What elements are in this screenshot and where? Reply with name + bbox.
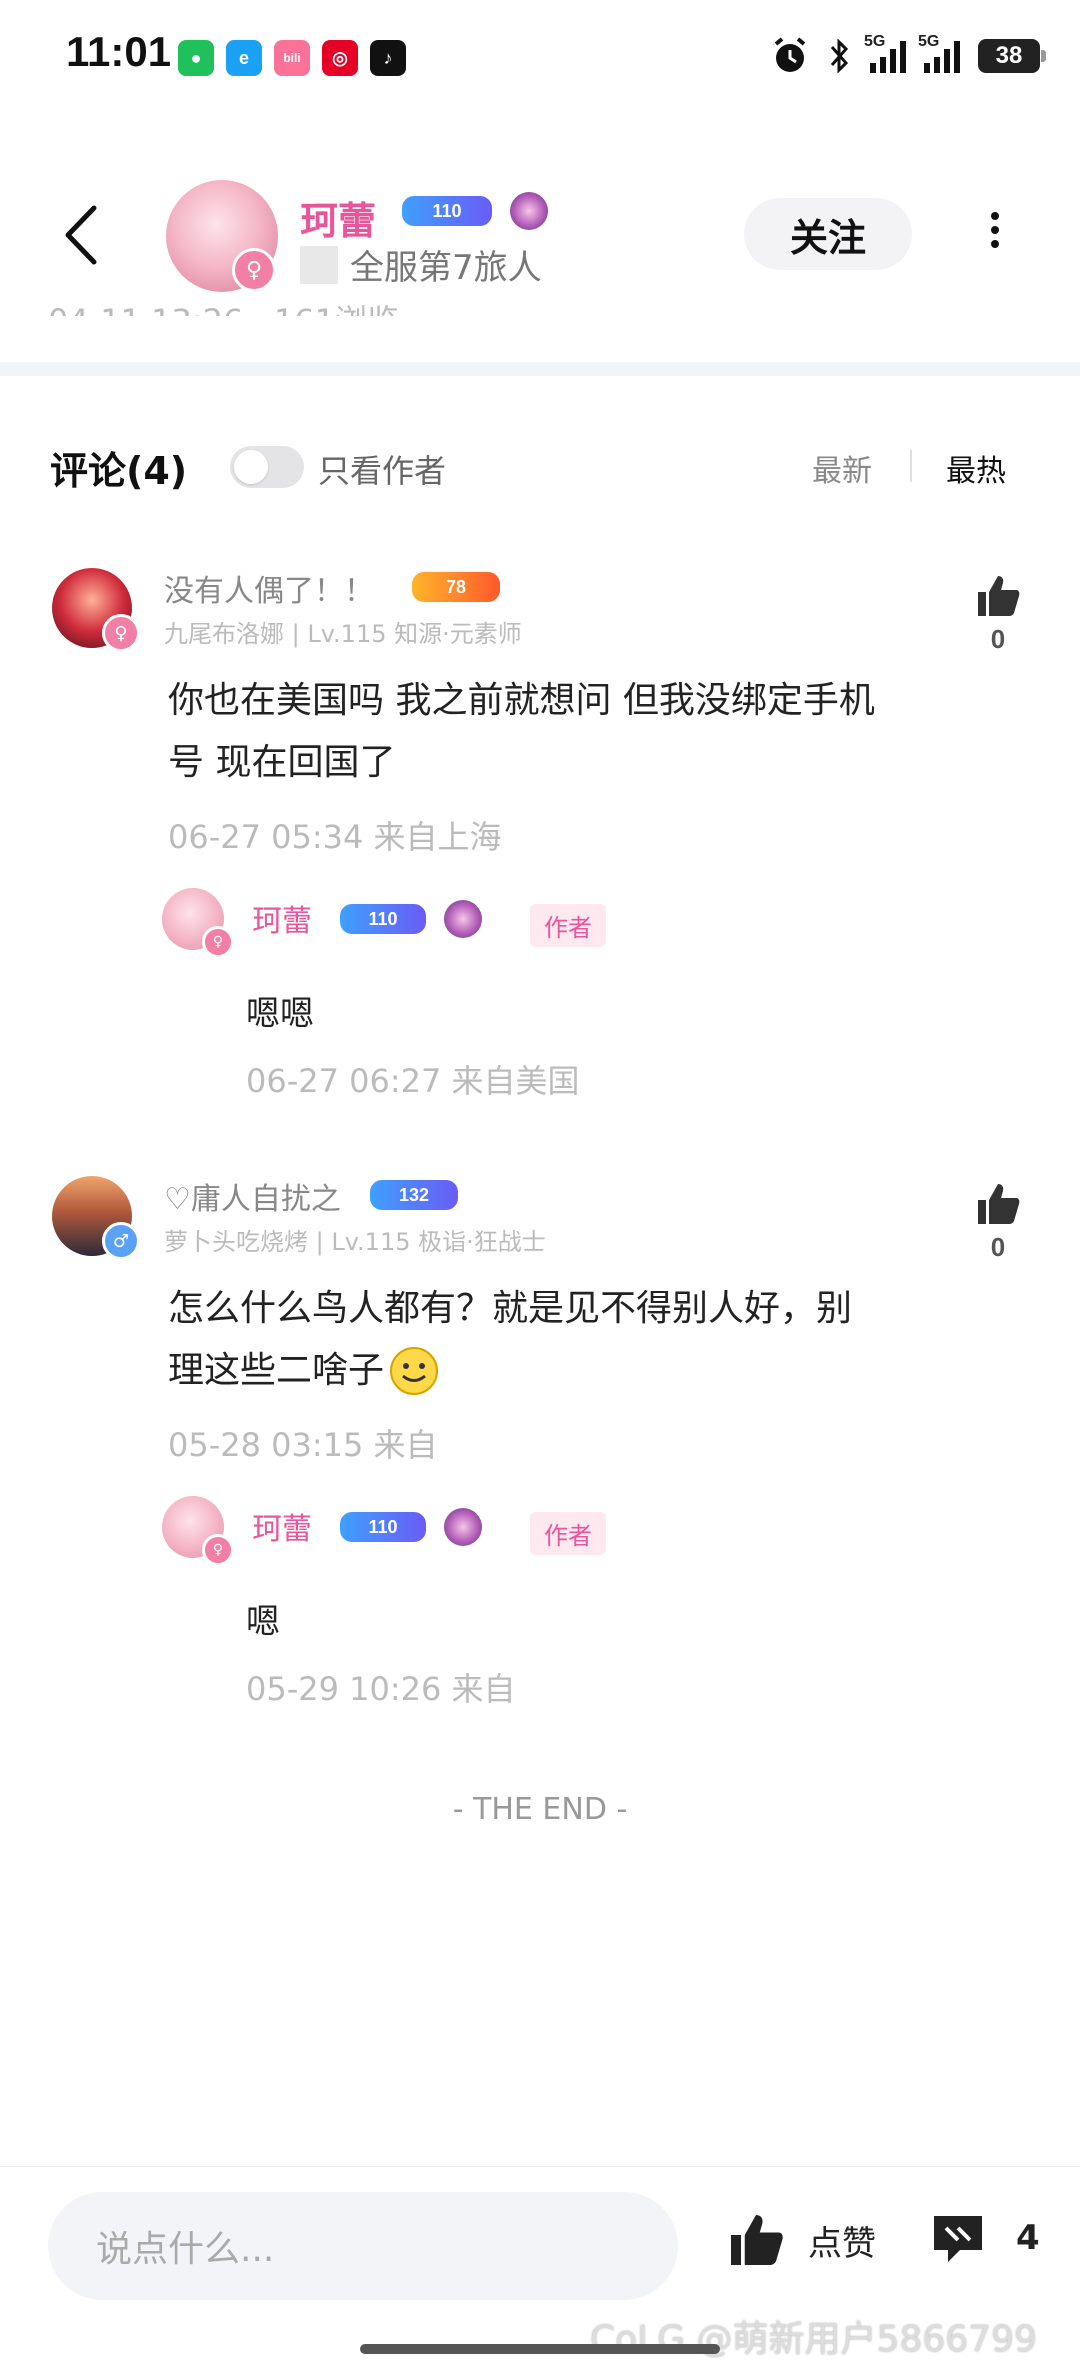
male-icon: ♂ <box>102 1222 140 1260</box>
female-icon: ♀ <box>202 1534 234 1566</box>
reply-time: 06-27 06:27 来自美国 <box>246 1062 580 1100</box>
signal-icon-1: 5G <box>864 33 906 73</box>
commenter-level-badge: 132 <box>370 1180 458 1210</box>
status-time: 11:01 <box>66 28 172 75</box>
only-author-label[interactable]: 只看作者 <box>318 446 446 492</box>
home-indicator[interactable] <box>360 2344 720 2354</box>
female-icon: ♀ <box>102 614 140 652</box>
more-dot-icon <box>991 212 999 220</box>
commenter-name[interactable]: ♡庸人自扰之 <box>164 1174 341 1218</box>
comment-body-line-wrap: 理这些二啥子 <box>168 1340 968 1402</box>
back-button[interactable] <box>58 200 108 270</box>
more-dot-icon <box>991 226 999 234</box>
like-count: 0 <box>990 1232 1006 1262</box>
emblem-icon <box>444 1508 482 1546</box>
thumbs-up-icon <box>978 1184 1020 1224</box>
comment-body-line: 号 现在回国了 <box>168 742 396 783</box>
alarm-icon <box>774 37 806 72</box>
comment-body-line: 你也在美国吗 我之前就想问 但我没绑定手机 <box>168 680 875 721</box>
signal-type-2: 5G <box>918 33 940 50</box>
battery-icon: 38 <box>978 39 1046 73</box>
sort-divider <box>910 450 912 482</box>
comment-input[interactable]: 说点什么... <box>48 2192 678 2300</box>
signal-type-1: 5G <box>864 33 886 50</box>
watermark: CoLG @萌新用户5866799 <box>590 2319 1037 2360</box>
comment-like-button[interactable]: 0 <box>968 1180 1028 1263</box>
comment-body: 怎么什么鸟人都有？就是见不得别人好，别 理这些二啥子 <box>168 1278 968 1402</box>
commenter-level: 78 <box>445 576 467 597</box>
comments-title: 评论(4) <box>50 449 188 493</box>
comment-time: 06-27 05:34 来自上海 <box>168 818 502 856</box>
sort-hottest-tab[interactable]: 最热 <box>946 446 1006 490</box>
reply-author-name[interactable]: 珂蕾 <box>252 896 312 940</box>
comment-body-line: 怎么什么鸟人都有？就是见不得别人好，别 <box>168 1288 853 1329</box>
bluetooth-icon <box>830 38 849 74</box>
reply-author-name[interactable]: 珂蕾 <box>252 1504 312 1548</box>
comment-body: 你也在美国吗 我之前就想问 但我没绑定手机 号 现在回国了 <box>168 670 968 794</box>
commenter-level: 132 <box>398 1184 430 1205</box>
commenter-meta: 萝卜头吃烧烤 | Lv.115 极诣·狂战士 <box>164 1228 546 1256</box>
only-author-toggle[interactable] <box>230 446 304 488</box>
reply-level: 110 <box>368 908 398 929</box>
reply-body: 嗯 <box>246 1602 280 1642</box>
reply-time: 05-29 10:26 来自 <box>246 1670 516 1708</box>
post-meta-faded: 04-11 13:26 · 161浏览 <box>48 296 399 316</box>
author-subtitle-text: 全服第7旅人 <box>350 248 542 288</box>
reply-level-badge: 110 <box>340 1512 426 1542</box>
author-name[interactable]: 珂蕾 <box>300 190 376 245</box>
follow-button[interactable]: 关注 <box>744 198 912 270</box>
commenter-name[interactable]: 没有人偶了！！ <box>164 566 374 610</box>
more-options-button[interactable] <box>975 206 1015 266</box>
author-level: 110 <box>432 200 462 221</box>
female-icon: ♀ <box>232 248 276 292</box>
commenter-meta: 九尾布洛娜 | Lv.115 知源·元素师 <box>164 620 522 648</box>
like-count: 0 <box>990 624 1006 654</box>
commenter-level-badge: 78 <box>412 572 500 602</box>
comment-like-button[interactable]: 0 <box>968 572 1028 655</box>
emblem-icon <box>444 900 482 938</box>
comment-bubble-icon <box>934 2216 982 2262</box>
title-badge-icon <box>300 245 338 284</box>
smile-emoji-icon <box>390 1347 439 1395</box>
female-icon: ♀ <box>202 926 234 958</box>
section-divider <box>0 362 1080 376</box>
emblem-icon <box>510 192 548 230</box>
bilibili-icon: bili <box>274 40 310 76</box>
wechat-icon: ● <box>178 40 214 76</box>
like-button[interactable]: 点赞 <box>726 2210 876 2270</box>
status-bar: 11:01 ● e bili ◎ ♪ 5G 5G 38 <box>0 0 1080 110</box>
author-subtitle: 全服第7旅人 <box>300 240 542 289</box>
toggle-knob <box>234 450 268 484</box>
thumbs-up-icon <box>978 576 1020 616</box>
author-level-badge: 110 <box>402 196 492 226</box>
end-marker: - THE END - <box>452 1792 628 1827</box>
sort-newest-tab[interactable]: 最新 <box>812 446 872 490</box>
system-icons: 5G 5G 38 <box>770 33 1046 76</box>
reply-level: 110 <box>368 1516 398 1537</box>
author-tag: 作者 <box>530 904 606 947</box>
reply-body: 嗯嗯 <box>246 994 314 1034</box>
eleme-icon: e <box>226 40 262 76</box>
comment-body-line: 理这些二啥子 <box>168 1350 385 1391</box>
thumbs-up-icon <box>731 2215 783 2265</box>
comment-button[interactable]: 4 <box>930 2210 1040 2266</box>
chevron-left-icon <box>65 205 97 265</box>
tiktok-icon: ♪ <box>370 40 406 76</box>
reply-level-badge: 110 <box>340 904 426 934</box>
signal-icon-2: 5G <box>918 33 960 73</box>
battery-level: 38 <box>995 42 1023 69</box>
author-tag: 作者 <box>530 1512 606 1555</box>
comment-input-placeholder: 说点什么... <box>96 2229 275 2270</box>
comment-time: 05-28 03:15 来自 <box>168 1426 438 1464</box>
comment-count: 4 <box>1016 2218 1040 2258</box>
like-label: 点赞 <box>808 2223 876 2264</box>
more-dot-icon <box>991 240 999 248</box>
netease-music-icon: ◎ <box>322 40 358 76</box>
